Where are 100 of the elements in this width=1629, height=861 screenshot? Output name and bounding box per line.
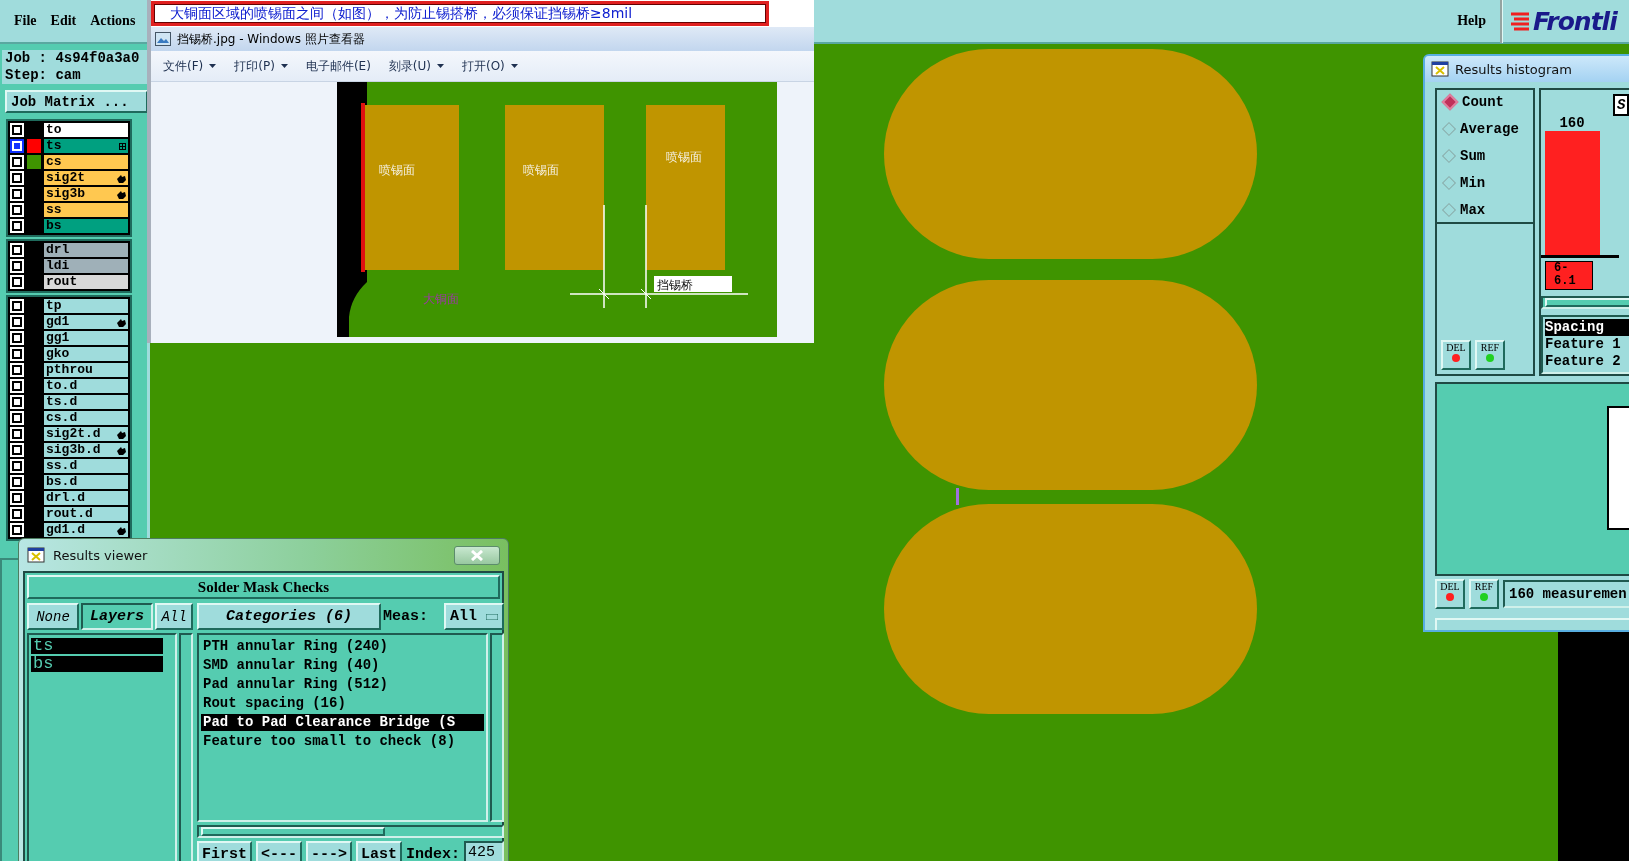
action-button[interactable]: REF [1469, 579, 1499, 609]
layer-name[interactable]: sig2t [44, 171, 128, 185]
index-field[interactable]: 425 [464, 841, 505, 861]
layer-checkbox[interactable] [12, 397, 22, 407]
menu-item[interactable]: File [14, 13, 37, 29]
radio-option[interactable]: Max [1441, 202, 1529, 218]
list-item[interactable]: SMD annular Ring (40) [201, 657, 485, 674]
close-button[interactable] [454, 545, 500, 565]
layer-name[interactable]: tp [44, 299, 128, 313]
layer-checkbox[interactable] [12, 477, 22, 487]
menu-item[interactable]: Edit [50, 13, 77, 29]
layer-checkbox[interactable] [12, 509, 22, 519]
layer-name[interactable]: cs.d [44, 411, 128, 425]
layer-checkbox[interactable] [12, 525, 22, 535]
layer-name[interactable]: pthrou [44, 363, 128, 377]
layer-checkbox[interactable] [12, 413, 22, 423]
toolbar-menu[interactable]: 打开(O) [462, 57, 518, 75]
layer-checkbox[interactable] [12, 221, 22, 231]
list-item[interactable]: bs [31, 656, 163, 672]
caret-icon [209, 64, 217, 68]
layer-name[interactable]: rout [44, 275, 128, 289]
tab[interactable]: S [1613, 94, 1629, 116]
layer-name[interactable]: gd1.d [44, 523, 128, 537]
radio-option[interactable]: Min [1441, 175, 1529, 191]
list-item[interactable]: Pad to Pad Clearance Bridge (S [201, 714, 485, 731]
layer-checkbox[interactable] [12, 317, 22, 327]
layer-checkbox[interactable] [12, 277, 22, 287]
categories-heading[interactable]: Categories (6) [197, 603, 381, 630]
layer-name[interactable]: bs [44, 219, 128, 233]
header-button[interactable]: Solder Mask Checks [27, 575, 500, 599]
layer-name[interactable]: to [44, 123, 128, 137]
layer-checkbox[interactable] [12, 261, 22, 271]
none-button[interactable]: None [27, 603, 79, 630]
list-item[interactable]: Feature 2 [1545, 353, 1629, 370]
menu-item[interactable]: Actions [90, 13, 136, 29]
toolbar-menu[interactable]: 打印(P) [234, 57, 288, 75]
layer-name[interactable]: sig3b.d [44, 443, 128, 457]
nav-button[interactable]: First [197, 841, 252, 861]
caret-icon [510, 64, 518, 68]
layer-checkbox[interactable] [12, 157, 22, 167]
layer-checkbox[interactable] [12, 245, 22, 255]
nav-button[interactable]: ---> [306, 841, 353, 861]
layer-checkbox[interactable] [12, 301, 22, 311]
layer-name[interactable]: cs [44, 155, 128, 169]
list-item[interactable]: Pad annular Ring (512) [201, 676, 485, 693]
layer-checkbox[interactable] [12, 173, 22, 183]
layer-name[interactable]: ss.d [44, 459, 128, 473]
caption-text: 大铜面区域的喷锡面之间（如图），为防止锡搭桥，必须保证挡锡桥≥8mil [151, 1, 769, 26]
nav-button[interactable]: Last [356, 841, 403, 861]
pad-label: 喷锡面 [379, 163, 415, 177]
list-item[interactable]: PTH annular Ring (240) [201, 638, 485, 655]
layer-checkbox[interactable] [12, 189, 22, 199]
layer-checkbox[interactable] [12, 349, 22, 359]
action-button[interactable]: DEL [1441, 340, 1471, 370]
layer-name[interactable]: ts.d [44, 395, 128, 409]
layer-name[interactable]: drl [44, 243, 128, 257]
layer-name[interactable]: gd1 [44, 315, 128, 329]
job-matrix-button[interactable]: Job Matrix ... [5, 90, 148, 113]
nav-button[interactable]: <--- [256, 841, 303, 861]
layer-name[interactable]: ts [44, 139, 128, 153]
toolbar-menu[interactable]: 电子邮件(E) [305, 57, 371, 75]
layer-name[interactable]: ldi [44, 259, 128, 273]
action-button[interactable]: DEL [1435, 579, 1465, 609]
layers-heading[interactable]: Layers [81, 603, 153, 630]
layer-checkbox[interactable] [12, 461, 22, 471]
scrollbar[interactable] [1541, 296, 1629, 309]
layer-name[interactable]: gko [44, 347, 128, 361]
layer-checkbox[interactable] [12, 381, 22, 391]
radio-option[interactable]: Count [1441, 94, 1529, 110]
action-button[interactable]: REF [1475, 340, 1505, 370]
layer-name[interactable]: gg1 [44, 331, 128, 345]
scrollbar[interactable] [179, 633, 193, 861]
scrollbar[interactable] [197, 825, 505, 838]
layer-checkbox[interactable] [12, 125, 22, 135]
layer-name[interactable]: ss [44, 203, 128, 217]
all-button[interactable]: All [155, 603, 193, 630]
list-item[interactable]: Feature too small to check (8) [201, 733, 485, 750]
layer-checkbox[interactable] [12, 205, 22, 215]
list-item[interactable]: ts [31, 638, 163, 654]
layer-name[interactable]: rout.d [44, 507, 128, 521]
menu-item[interactable]: Help [1457, 13, 1486, 29]
list-item[interactable]: Rout spacing (16) [201, 695, 485, 712]
list-item[interactable]: Spacing [1545, 319, 1629, 336]
layer-name[interactable]: sig3b [44, 187, 128, 201]
layer-name[interactable]: sig2t.d [44, 427, 128, 441]
toolbar-menu[interactable]: 刻录(U) [388, 57, 444, 75]
layer-name[interactable]: bs.d [44, 475, 128, 489]
radio-option[interactable]: Average [1441, 121, 1529, 137]
layer-checkbox[interactable] [12, 333, 22, 343]
layer-name[interactable]: drl.d [44, 491, 128, 505]
scrollbar[interactable] [490, 633, 505, 822]
list-item[interactable]: Feature 1 [1545, 336, 1629, 353]
layer-checkbox[interactable] [12, 493, 22, 503]
layer-checkbox[interactable] [12, 445, 22, 455]
meas-dropdown[interactable]: All [444, 603, 505, 630]
radio-option[interactable]: Sum [1441, 148, 1529, 164]
layer-checkbox[interactable] [12, 429, 22, 439]
toolbar-menu[interactable]: 文件(F) [163, 57, 217, 75]
layer-name[interactable]: to.d [44, 379, 128, 393]
layer-checkbox[interactable] [12, 365, 22, 375]
